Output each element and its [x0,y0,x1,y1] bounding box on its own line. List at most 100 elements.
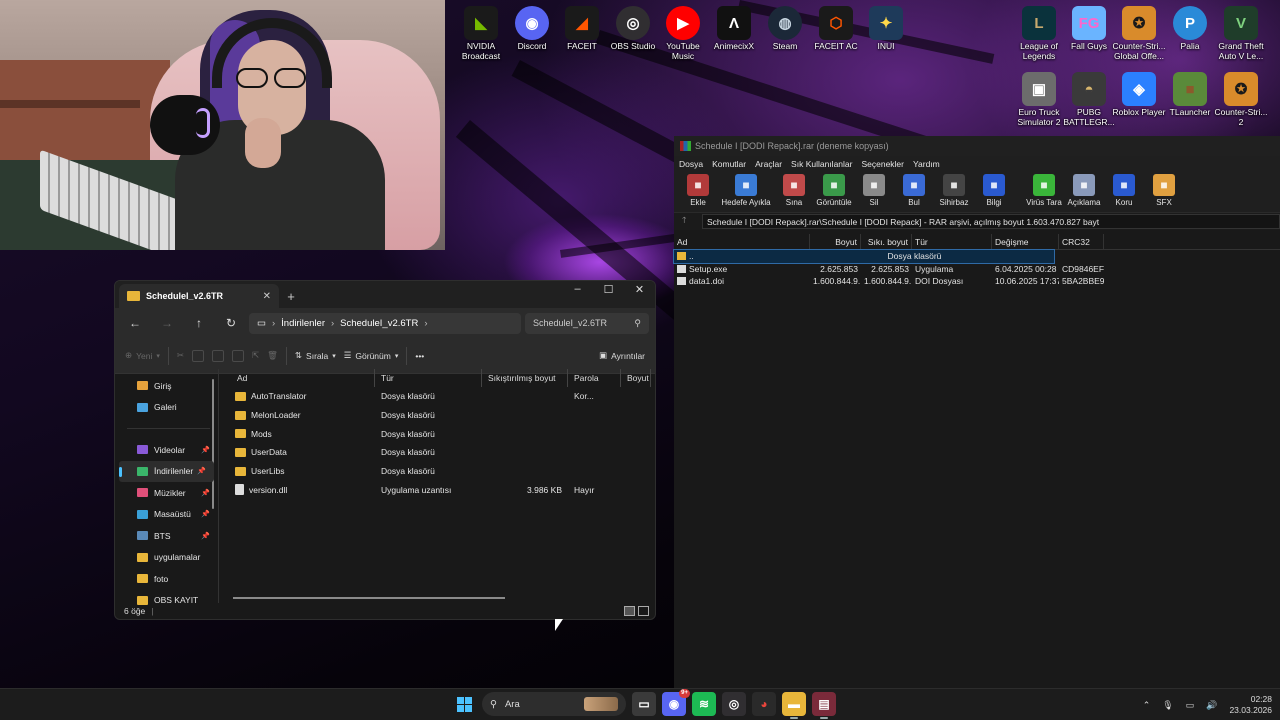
toolbar-button[interactable]: ■ SFX [1144,174,1184,207]
sidebar-item[interactable]: uygulamalar [115,547,218,569]
desktop-shortcut[interactable]: ▶ YouTube Music [655,6,711,61]
search-input[interactable]: ScheduleI_v2.6TR ⚲ [525,312,649,334]
toolbar-button[interactable]: ■ Ekle [678,174,718,207]
desktop-shortcut[interactable]: ◢ FACEIT [554,6,610,52]
desktop-shortcut[interactable]: ✪ Counter-Stri... 2 [1213,72,1269,127]
minimize-button[interactable]: – [562,281,593,295]
file-explorer-icon[interactable]: ▬ [782,692,806,719]
desktop-shortcut[interactable]: ◈ Roblox Player [1111,72,1167,118]
menu-item[interactable]: Yardım [913,159,940,169]
column-header[interactable]: Parola Kor... [568,369,621,401]
toolbar-button[interactable]: ■ Sil [854,174,894,207]
winrar-taskbar-icon[interactable]: ▤ [812,692,836,719]
column-header[interactable]: Tür [375,369,482,387]
list-item[interactable]: Mods Dosya klasörü [219,424,655,443]
sort-button[interactable]: ⇅ Sırala ▾ [295,350,336,361]
tiles-view-icon[interactable] [638,606,649,616]
toolbar-button[interactable]: ■ Bilgi [974,174,1014,207]
toolbar-button[interactable]: ■ Hedefe Ayıkla [718,174,774,207]
column-header[interactable]: Sıkıştırılmış boyut [482,369,568,387]
column-header[interactable]: Boyut [621,369,651,387]
refresh-icon[interactable]: ↻ [217,316,245,330]
toolbar-button[interactable]: ■ Açıklama [1064,174,1104,207]
more-options-button[interactable]: ••• [415,351,424,361]
desktop-shortcut[interactable]: FG Fall Guys [1061,6,1117,52]
chevron-up-icon[interactable]: ⌃ [1143,700,1151,711]
clock[interactable]: 02:28 23.03.2026 [1229,694,1272,716]
table-row[interactable]: Setup.exe 2.625.853 2.625.853 Uygulama 6.04.… [674,263,1280,276]
toolbar-button[interactable]: ■ Koru [1104,174,1144,207]
table-row[interactable]: data1.doi 1.600.844.9... 1.600.844.9... DOI… [674,275,1280,288]
forward-arrow-icon[interactable]: → [153,316,181,330]
close-window-button[interactable]: ✕ [624,281,655,296]
new-button[interactable]: ⊕ Yeni ▾ [125,350,160,361]
back-arrow-icon[interactable]: ← [121,316,149,330]
winrar-titlebar[interactable]: Schedule I [DODI Repack].rar (deneme kop… [674,136,1280,156]
menu-item[interactable]: Sık Kullanılanlar [791,159,852,169]
task-view-icon[interactable]: ▭ [632,692,656,716]
spotify-icon[interactable]: ≋ [692,692,716,716]
toolbar-button[interactable]: ■ Bul [894,174,934,207]
rename-button[interactable] [232,349,244,362]
sidebar-item[interactable]: Galeri [115,397,218,419]
network-icon[interactable]: ▭ [1186,700,1195,711]
list-item[interactable]: UserLibs Dosya klasörü [219,462,655,481]
desktop-shortcut[interactable]: ◣ NVIDIA Broadcast [453,6,509,61]
menu-item[interactable]: Seçenekler [861,159,904,169]
maximize-button[interactable]: ☐ [593,281,624,296]
taskbar-search[interactable]: ⚲ Ara [482,692,626,716]
up-arrow-icon[interactable]: 🡑 [682,215,696,229]
desktop-shortcut[interactable]: ✪ Counter-Stri... Global Offe... [1111,6,1167,61]
up-arrow-icon[interactable]: ↑ [185,316,213,330]
sidebar-item[interactable]: Giriş [115,375,218,397]
desktop-shortcut[interactable]: ✦ INUI [858,6,914,52]
list-item[interactable]: MelonLoader Dosya klasörü [219,406,655,425]
desktop-shortcut[interactable]: ■ TLauncher [1162,72,1218,118]
toolbar-button[interactable]: ■ Görüntüle [814,174,854,207]
toolbar-button[interactable]: ■ Sihirbaz [934,174,974,207]
explorer-tab[interactable]: ScheduleI_v2.6TR ✕ [119,284,279,308]
close-tab-icon[interactable]: ✕ [263,291,271,302]
toolbar-button[interactable]: ■ Virüs Tara [1024,174,1064,207]
desktop-shortcut[interactable]: L League of Legends [1011,6,1067,61]
desktop-shortcut[interactable]: ◓ PUBG BATTLEGR... [1061,72,1117,127]
column-header[interactable]: Değişme [992,233,1059,250]
sidebar-item[interactable]: Videolar 📌 [115,439,218,461]
start-button[interactable] [452,692,476,716]
column-header[interactable]: Boyut [810,233,861,250]
list-item[interactable]: UserData Dosya klasörü [219,443,655,462]
desktop-shortcut[interactable]: Λ AnimecixX [706,6,762,52]
sidebar-item[interactable]: Müzikler 📌 [115,482,218,504]
column-header[interactable]: Tür [912,233,992,250]
column-header[interactable]: Ad [674,233,810,250]
sidebar-item[interactable]: İndirilenler 📌 [119,460,214,482]
desktop-shortcut[interactable]: ◎ OBS Studio [605,6,661,52]
copy-button[interactable] [192,349,204,362]
share-button[interactable]: ⇱ [252,350,259,361]
chrome-icon[interactable]: ◕ [752,692,776,716]
menu-item[interactable]: Komutlar [712,159,746,169]
new-tab-button[interactable]: + [279,284,303,308]
desktop-shortcut[interactable]: V Grand Theft Auto V Le... [1213,6,1269,61]
archive-path-field[interactable]: Schedule I [DODI Repack].rar\Schedule I … [702,214,1280,229]
obs-taskbar-icon[interactable]: ◎ [722,692,746,716]
list-item[interactable]: version.dll Uygulama uzantısı 3.986 KB Hayı… [219,480,655,499]
toolbar-button[interactable]: ■ Sına [774,174,814,207]
breadcrumb[interactable]: ▭ › İndirilenler › ScheduleI_v2.6TR › [249,312,521,334]
column-header[interactable]: Sıkı. boyut [861,233,912,250]
desktop-shortcut[interactable]: ⬡ FACEIT AC [808,6,864,52]
sidebar-item[interactable]: BTS 📌 [115,525,218,547]
delete-button[interactable]: 🗑 [267,350,278,361]
details-view-icon[interactable] [624,606,635,616]
column-header[interactable]: CRC32 [1059,233,1104,250]
microphone-icon[interactable]: 🎙 [1162,700,1173,711]
sidebar-item[interactable]: Masaüstü 📌 [115,504,218,526]
breadcrumb-current[interactable]: ScheduleI_v2.6TR [340,318,418,329]
menu-item[interactable]: Dosya [679,159,703,169]
menu-item[interactable]: Araçlar [755,159,782,169]
table-row[interactable]: .. Dosya klasörü [673,249,1055,264]
column-header[interactable]: Ad [231,369,375,387]
sidebar-item[interactable]: foto [115,568,218,590]
paste-button[interactable] [212,349,224,362]
horizontal-scrollbar[interactable] [233,597,505,599]
